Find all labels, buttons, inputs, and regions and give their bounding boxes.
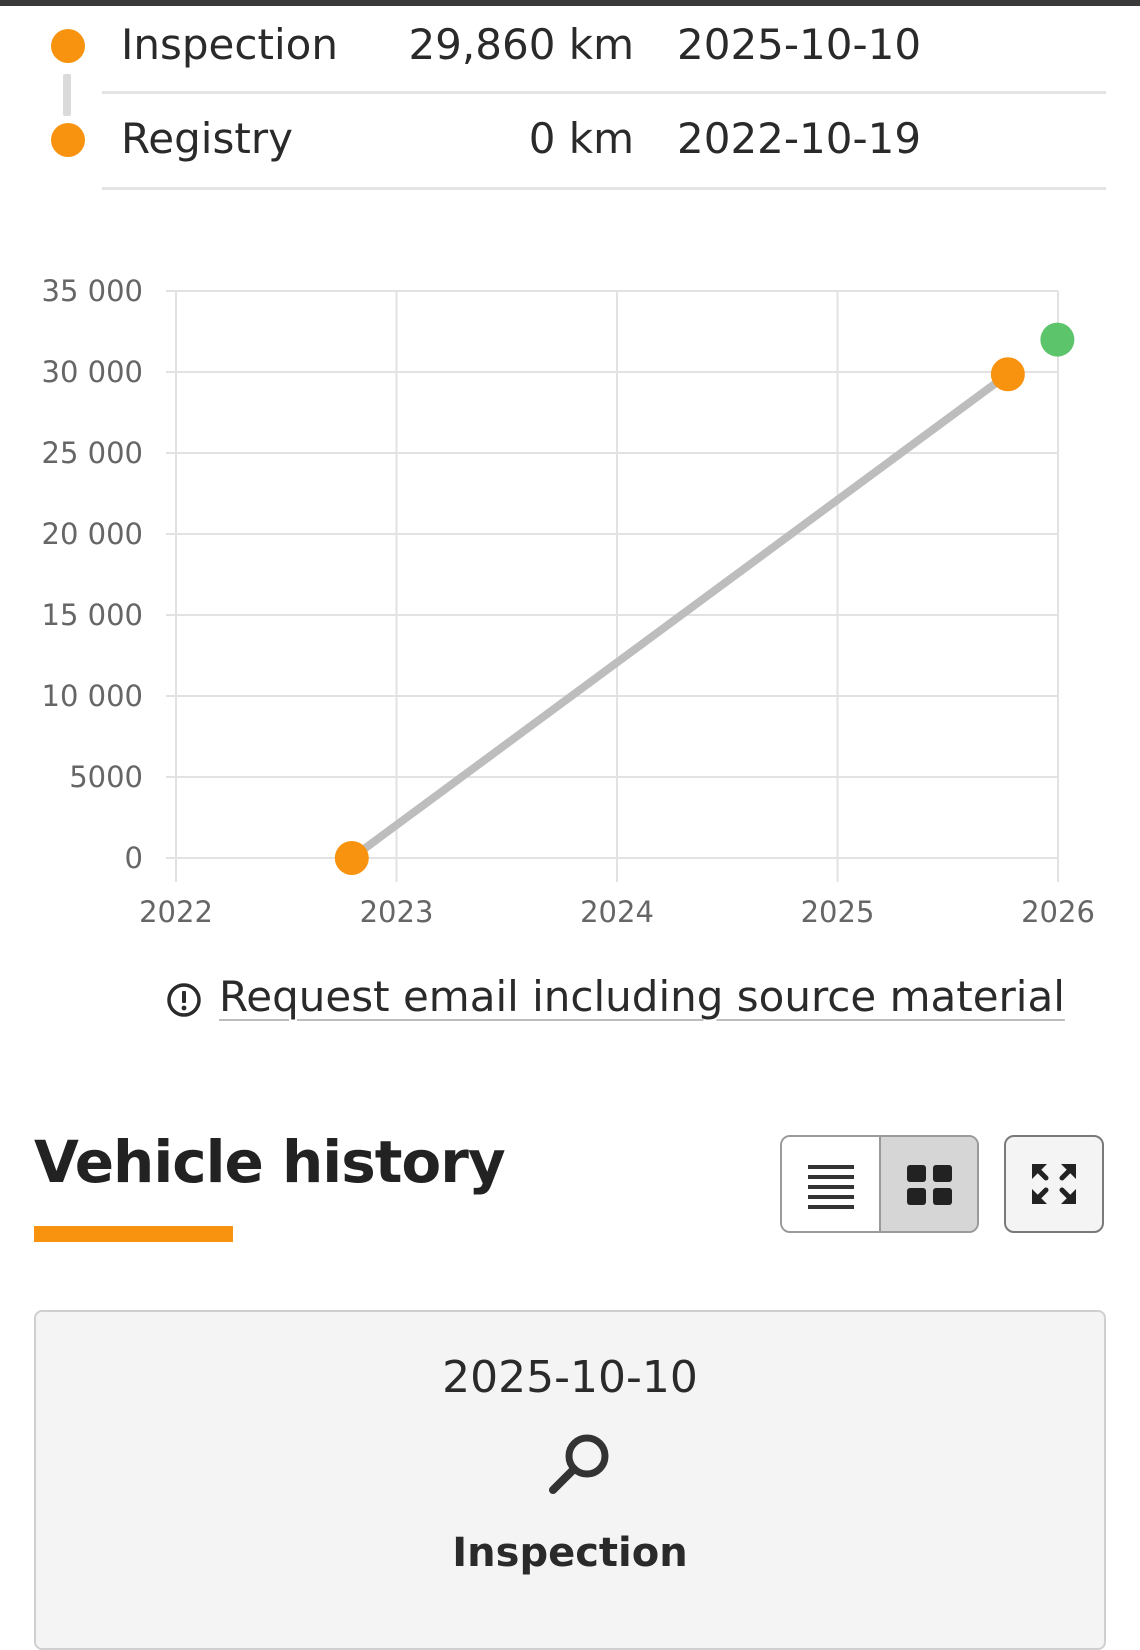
timeline-mileage: 0 km bbox=[528, 114, 634, 163]
y-tick-label: 5000 bbox=[69, 760, 143, 794]
y-tick-label: 30 000 bbox=[42, 355, 143, 389]
mileage-point bbox=[334, 841, 369, 875]
x-tick-label: 2024 bbox=[580, 895, 654, 929]
y-tick-label: 10 000 bbox=[42, 679, 143, 713]
mileage-line bbox=[347, 370, 1012, 862]
section-title-underline bbox=[34, 1226, 233, 1242]
list-view-icon bbox=[808, 1165, 854, 1209]
grid-view-icon bbox=[907, 1165, 952, 1205]
expand-button[interactable] bbox=[1004, 1135, 1104, 1233]
y-tick-label: 25 000 bbox=[42, 436, 143, 470]
section-title: Vehicle history bbox=[34, 1128, 506, 1196]
history-card[interactable]: 2025-10-10 Inspection bbox=[34, 1310, 1106, 1650]
x-tick-label: 2022 bbox=[139, 895, 213, 929]
timeline-mileage: 29,860 km bbox=[408, 20, 634, 69]
timeline-label: Registry bbox=[121, 114, 293, 163]
timeline-dot-icon bbox=[51, 123, 85, 157]
timeline-divider bbox=[102, 187, 1106, 190]
alert-circle-icon bbox=[167, 983, 201, 1017]
timeline-divider bbox=[102, 91, 1106, 94]
history-card-type: Inspection bbox=[452, 1530, 688, 1576]
history-card-date: 2025-10-10 bbox=[442, 1352, 698, 1403]
timeline-row-inspection: Inspection 29,860 km 2025-10-10 bbox=[0, 0, 1140, 96]
mileage-point bbox=[990, 357, 1025, 392]
search-icon bbox=[549, 1434, 609, 1494]
timeline-row-registry: Registry 0 km 2022-10-19 bbox=[0, 96, 1140, 192]
expand-icon bbox=[1032, 1164, 1076, 1204]
list-view-button[interactable] bbox=[782, 1137, 881, 1231]
y-tick-label: 35 000 bbox=[42, 274, 143, 308]
request-email-link[interactable]: Request email including source material bbox=[219, 972, 1065, 1021]
x-tick-label: 2025 bbox=[801, 895, 875, 929]
y-tick-label: 20 000 bbox=[42, 517, 143, 551]
view-toggle-group bbox=[780, 1135, 979, 1233]
timeline-label: Inspection bbox=[121, 20, 338, 69]
mileage-chart: 0 5000 10 000 15 000 20 000 25 000 30 000 35 00… bbox=[42, 274, 1095, 929]
y-tick-label: 0 bbox=[125, 841, 143, 875]
x-tick-label: 2026 bbox=[1021, 895, 1095, 929]
x-tick-label: 2023 bbox=[360, 895, 434, 929]
grid-view-button[interactable] bbox=[881, 1137, 977, 1231]
timeline-date: 2022-10-19 bbox=[677, 114, 922, 163]
timeline-dot-icon bbox=[51, 29, 85, 63]
current-mileage-point bbox=[1040, 322, 1075, 357]
timeline-date: 2025-10-10 bbox=[677, 20, 922, 69]
y-tick-label: 15 000 bbox=[42, 598, 143, 632]
